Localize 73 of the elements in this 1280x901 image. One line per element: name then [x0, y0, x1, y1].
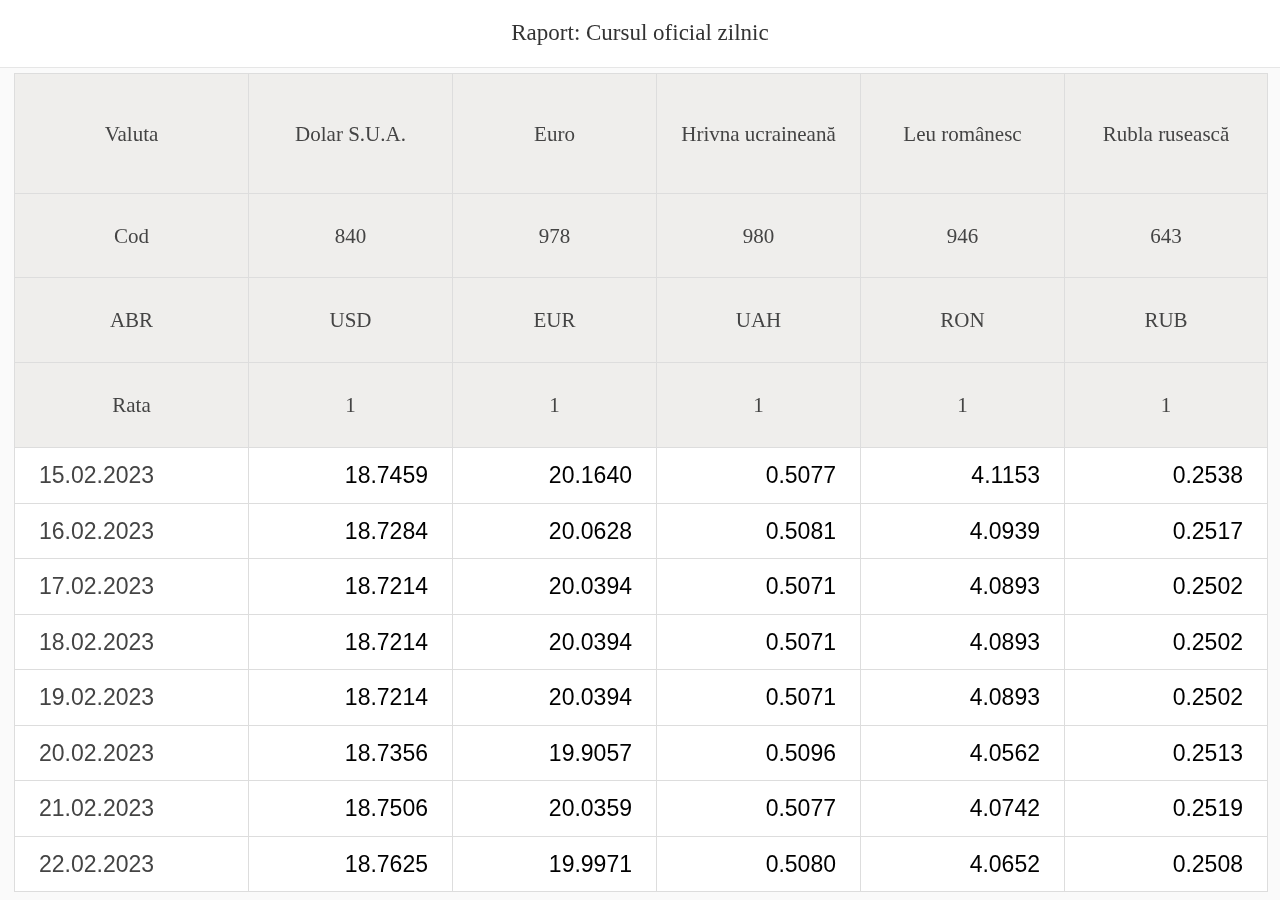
header-cell: RUB [1064, 277, 1268, 363]
date-cell: 16.02.2023 [14, 503, 249, 559]
date-cell: 22.02.2023 [14, 836, 249, 892]
rate-cell: 20.1640 [452, 447, 657, 503]
rate-cell: 0.2538 [1064, 447, 1268, 503]
date-cell: 18.02.2023 [14, 614, 249, 670]
rate-cell: 19.9057 [452, 725, 657, 781]
rate-cell: 0.5071 [656, 614, 861, 670]
header-cell: RON [860, 277, 1065, 363]
header-cell: 1 [1064, 362, 1268, 448]
header-cell: 1 [656, 362, 861, 448]
header-cell: Valuta [14, 73, 249, 194]
rate-cell: 18.7214 [248, 614, 453, 670]
rate-cell: 20.0394 [452, 669, 657, 725]
header-cell: Leu românesc [860, 73, 1065, 194]
header-cell: 978 [452, 193, 657, 278]
header-cell: 1 [248, 362, 453, 448]
rate-cell: 4.0939 [860, 503, 1065, 559]
rate-cell: 4.0562 [860, 725, 1065, 781]
rate-cell: 0.5080 [656, 836, 861, 892]
header-cell: 643 [1064, 193, 1268, 278]
header-cell: 1 [860, 362, 1065, 448]
rate-cell: 4.1153 [860, 447, 1065, 503]
header-cell: Rubla rusească [1064, 73, 1268, 194]
rate-cell: 0.5071 [656, 669, 861, 725]
date-cell: 19.02.2023 [14, 669, 249, 725]
rate-cell: 18.7459 [248, 447, 453, 503]
rate-cell: 20.0359 [452, 780, 657, 836]
header-cell: Euro [452, 73, 657, 194]
header-cell: Rata [14, 362, 249, 448]
rate-cell: 4.0893 [860, 669, 1065, 725]
date-cell: 21.02.2023 [14, 780, 249, 836]
page-title: Raport: Cursul oficial zilnic [511, 19, 769, 48]
header-cell: Cod [14, 193, 249, 278]
rate-cell: 20.0394 [452, 614, 657, 670]
header-cell: Dolar S.U.A. [248, 73, 453, 194]
header-cell: USD [248, 277, 453, 363]
rate-cell: 0.2502 [1064, 669, 1268, 725]
header-cell: ABR [14, 277, 249, 363]
rate-cell: 20.0394 [452, 558, 657, 614]
rate-cell: 4.0893 [860, 558, 1065, 614]
rate-cell: 0.5077 [656, 780, 861, 836]
date-cell: 17.02.2023 [14, 558, 249, 614]
rate-cell: 19.9971 [452, 836, 657, 892]
rate-cell: 0.2517 [1064, 503, 1268, 559]
header-cell: EUR [452, 277, 657, 363]
header-cell: 840 [248, 193, 453, 278]
header-cell: 1 [452, 362, 657, 448]
rate-cell: 18.7506 [248, 780, 453, 836]
rate-cell: 0.2502 [1064, 614, 1268, 670]
rate-cell: 18.7214 [248, 669, 453, 725]
rate-cell: 0.2513 [1064, 725, 1268, 781]
rate-cell: 0.5096 [656, 725, 861, 781]
rate-cell: 0.5071 [656, 558, 861, 614]
rate-cell: 18.7625 [248, 836, 453, 892]
header-cell: Hrivna ucraineană [656, 73, 861, 194]
rate-cell: 18.7284 [248, 503, 453, 559]
rate-cell: 4.0652 [860, 836, 1065, 892]
rate-cell: 0.2502 [1064, 558, 1268, 614]
header-cell: UAH [656, 277, 861, 363]
header-cell: 980 [656, 193, 861, 278]
rate-cell: 0.5077 [656, 447, 861, 503]
date-cell: 20.02.2023 [14, 725, 249, 781]
rate-cell: 0.2508 [1064, 836, 1268, 892]
rate-cell: 18.7214 [248, 558, 453, 614]
rate-cell: 20.0628 [452, 503, 657, 559]
rate-cell: 0.5081 [656, 503, 861, 559]
date-cell: 15.02.2023 [14, 447, 249, 503]
rate-cell: 4.0742 [860, 780, 1065, 836]
header-cell: 946 [860, 193, 1065, 278]
rate-cell: 4.0893 [860, 614, 1065, 670]
rate-cell: 18.7356 [248, 725, 453, 781]
rate-cell: 0.2519 [1064, 780, 1268, 836]
